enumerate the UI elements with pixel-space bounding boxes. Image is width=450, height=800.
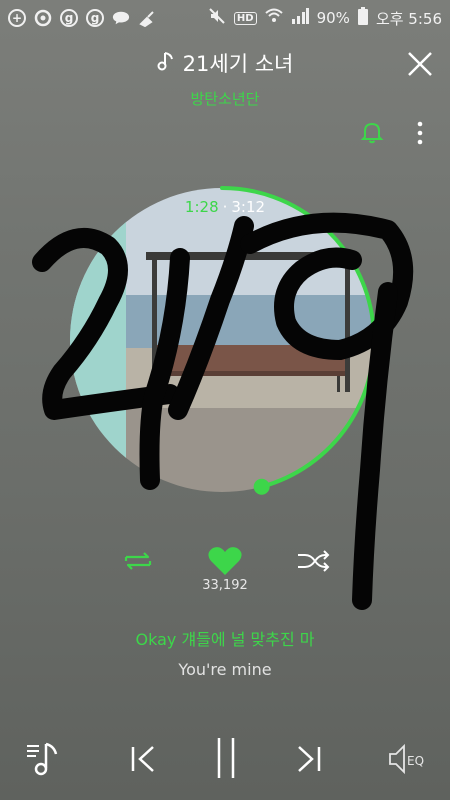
battery-icon xyxy=(357,7,368,29)
signal-icon xyxy=(291,8,309,28)
g-app-icon: g xyxy=(60,9,78,27)
g-app-icon-2: g xyxy=(86,9,104,27)
skip-previous-icon xyxy=(131,746,154,772)
total-time: 3:12 xyxy=(231,198,266,216)
current-lyric[interactable]: Okay 걔들에 널 맞추진 마 xyxy=(0,626,450,650)
wifi-icon xyxy=(264,8,283,28)
clock: 오후 5:56 xyxy=(375,9,442,28)
progress-arc xyxy=(220,186,376,489)
playlist-icon xyxy=(27,742,58,776)
status-notification-icons: + g g xyxy=(8,9,156,27)
song-title: 21세기 소녀 xyxy=(182,52,294,76)
pause-icon xyxy=(217,738,235,778)
eq-label: EQ xyxy=(407,754,424,768)
shuffle-icon xyxy=(298,550,330,572)
more-options-button[interactable] xyxy=(414,120,426,146)
bell-icon xyxy=(360,122,384,144)
pause-button[interactable] xyxy=(212,736,240,780)
record-notification-icon xyxy=(34,9,52,27)
talk-app-icon xyxy=(112,9,130,27)
status-system-icons: HD 90% 오후 5:56 xyxy=(208,7,442,29)
hd-voice-icon: HD xyxy=(233,11,257,25)
skip-next-icon xyxy=(298,746,321,772)
close-icon xyxy=(408,52,432,76)
time-separator: · xyxy=(222,198,228,216)
album-art[interactable] xyxy=(62,180,382,500)
status-bar: + g g HD 90% 오후 5:56 xyxy=(0,0,450,36)
time-display: 1:28 · 3:12 xyxy=(0,198,450,216)
like-count: 33,192 xyxy=(202,578,248,593)
progress-knob[interactable] xyxy=(253,478,270,495)
previous-button[interactable] xyxy=(128,742,158,776)
cleaner-app-icon xyxy=(138,9,156,27)
add-notification-icon: + xyxy=(8,9,26,27)
shuffle-button[interactable] xyxy=(295,547,331,575)
next-lyric[interactable]: You're mine xyxy=(0,660,450,679)
battery-percent: 90% xyxy=(316,9,350,27)
equalizer-icon: EQ xyxy=(389,743,424,775)
playlist-button[interactable] xyxy=(24,738,64,778)
equalizer-button[interactable]: EQ xyxy=(388,742,432,776)
like-button[interactable] xyxy=(207,545,243,577)
progress-ring[interactable] xyxy=(62,180,382,500)
close-button[interactable] xyxy=(406,50,434,78)
more-vertical-icon xyxy=(417,121,423,145)
mute-icon xyxy=(208,7,226,29)
playback-controls: EQ xyxy=(0,730,450,790)
music-note-icon xyxy=(157,50,177,77)
repeat-button[interactable] xyxy=(120,547,156,575)
repeat-icon xyxy=(124,552,152,570)
current-time: 1:28 xyxy=(184,198,219,216)
notification-button[interactable] xyxy=(360,120,384,144)
song-title-row: 21세기 소녀 xyxy=(0,48,450,78)
artist-name[interactable]: 방탄소년단 xyxy=(0,88,450,109)
heart-icon xyxy=(208,547,242,575)
next-button[interactable] xyxy=(294,742,324,776)
